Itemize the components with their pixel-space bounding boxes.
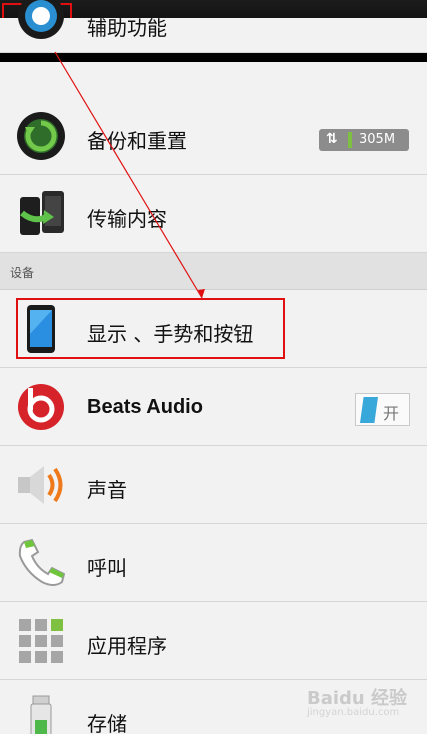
baidu-watermark: Baidu 经验 jingyan.baidu.com	[307, 682, 417, 722]
settings-item-call[interactable]: 呼叫	[0, 524, 427, 602]
settings-item-transfer-content[interactable]: 传输内容	[0, 175, 427, 253]
storage-card-icon	[30, 695, 52, 734]
app-grid-icon	[19, 619, 63, 663]
settings-item-apps[interactable]: 应用程序	[0, 602, 427, 680]
backup-restore-icon	[17, 112, 65, 160]
settings-item-label: 存储	[87, 712, 127, 734]
highlight-box	[16, 298, 285, 359]
settings-item-label: 应用程序	[87, 634, 167, 658]
settings-item-sound[interactable]: 声音	[0, 446, 427, 524]
beats-audio-icon	[18, 384, 64, 430]
settings-item-accessibility[interactable]: 辅助功能	[0, 0, 427, 53]
settings-item-label: 传输内容	[87, 207, 167, 231]
settings-item-backup-reset[interactable]: 备份和重置 ⇅ 305M	[0, 97, 427, 175]
beats-audio-toggle[interactable]: 开	[355, 393, 410, 426]
watermark-url: jingyan.baidu.com	[307, 707, 400, 718]
settings-item-beats-audio[interactable]: Beats Audio 开	[0, 368, 427, 446]
backup-size-badge: ⇅ 305M	[319, 129, 409, 151]
settings-item-label: 声音	[87, 478, 127, 502]
toggle-indicator	[360, 397, 378, 423]
section-header-label: 设备	[10, 266, 35, 280]
settings-item-label: 辅助功能	[87, 16, 167, 40]
settings-item-label: 呼叫	[87, 556, 127, 580]
storage-level-bar	[348, 132, 352, 148]
backup-size-value: 305M	[359, 132, 396, 147]
phone-handset-icon	[18, 538, 66, 586]
speaker-icon	[18, 466, 63, 504]
accessibility-icon	[18, 0, 64, 39]
transfer-phone-icon	[20, 191, 64, 235]
settings-item-label: 备份和重置	[87, 129, 187, 153]
settings-item-label: Beats Audio	[87, 396, 203, 418]
section-header-device: 设备	[0, 253, 427, 290]
toggle-state-label: 开	[383, 404, 400, 423]
sync-arrows-icon: ⇅	[326, 131, 338, 147]
